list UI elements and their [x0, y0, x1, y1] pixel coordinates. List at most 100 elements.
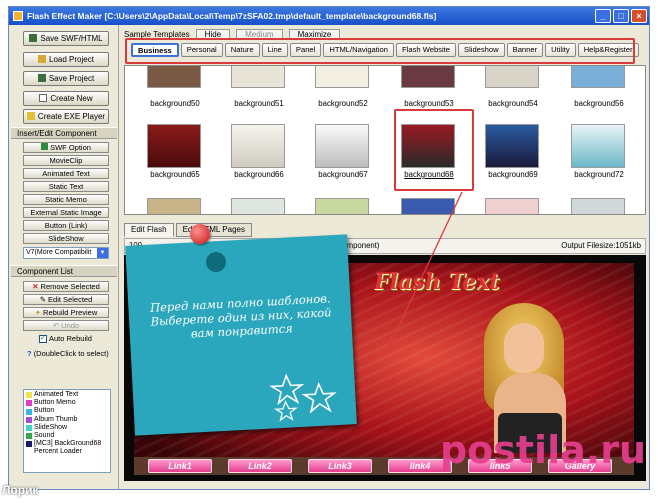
list-item[interactable]: Sound	[26, 432, 108, 440]
minimize-button[interactable]: _	[595, 9, 611, 23]
thumbnail-label: background56	[574, 99, 624, 108]
checkmark-icon: ✓	[39, 334, 47, 343]
pushpin-icon	[190, 224, 210, 244]
undo-button[interactable]: ↶ Undo	[23, 320, 109, 331]
swf-icon	[41, 143, 49, 150]
list-item[interactable]: SlideShow	[26, 424, 108, 432]
edit-tabs: Edit Flash Edit HTML Pages	[124, 223, 252, 237]
template-thumbnail[interactable]	[571, 198, 625, 214]
color-swatch	[26, 392, 32, 399]
undo-icon: ↶	[52, 321, 60, 330]
remove-selected-button[interactable]: ✕ Remove Selected	[23, 281, 109, 292]
highlight-frame-thumbnail	[394, 109, 474, 191]
app-icon	[13, 11, 23, 21]
static-memo-button[interactable]: Static Memo	[23, 194, 109, 205]
animated-text-button[interactable]: Animated Text	[23, 168, 109, 179]
stars-icon	[269, 373, 337, 422]
save-icon	[29, 34, 38, 42]
color-swatch	[26, 433, 32, 440]
template-thumbnail[interactable]	[231, 124, 285, 168]
version-select[interactable]: V7(More Compatibilit ▼	[23, 247, 109, 259]
thumbnail-label: background54	[488, 99, 538, 108]
tab-edit-html-pages[interactable]: Edit HTML Pages	[175, 223, 252, 237]
thumbnail-label: background69	[488, 170, 538, 179]
save-icon	[37, 74, 46, 82]
template-thumbnail[interactable]	[315, 198, 369, 214]
template-thumbnail[interactable]	[147, 124, 201, 168]
new-file-icon	[39, 94, 48, 102]
slideshow-button[interactable]: SlideShow	[23, 233, 109, 244]
flash-text[interactable]: Flash Text	[374, 269, 499, 295]
sticky-note-callout: Перед нами полно шаблонов. Выберете один…	[125, 234, 357, 436]
template-thumbnail[interactable]	[485, 66, 539, 88]
swf-option-button[interactable]: SWF Option	[23, 142, 109, 153]
list-item[interactable]: Button Memo	[26, 399, 108, 407]
external-static-image-button[interactable]: External Static Image	[23, 207, 109, 218]
list-item[interactable]: Album Thumb	[26, 416, 108, 424]
thumbnail-label: background67	[318, 170, 368, 179]
delete-icon: ✕	[32, 282, 39, 291]
close-button[interactable]: ×	[631, 9, 647, 23]
edit-selected-button[interactable]: ✎ Edit Selected	[23, 294, 109, 305]
list-item[interactable]: Percent Loader	[26, 448, 108, 456]
doubleclick-hint: ? (DoubleClick to select)	[27, 349, 109, 358]
title-bar: Flash Effect Maker [C:\Users\2\AppData\L…	[9, 7, 649, 25]
save-project-button[interactable]: Save Project	[23, 71, 109, 86]
template-thumbnail[interactable]	[147, 198, 201, 214]
template-thumbnail[interactable]	[315, 124, 369, 168]
create-new-button[interactable]: Create New	[23, 91, 109, 106]
template-thumbnail[interactable]	[315, 66, 369, 88]
help-icon: ?	[27, 349, 32, 358]
static-text-button[interactable]: Static Text	[23, 181, 109, 192]
color-swatch	[26, 441, 32, 448]
template-thumbnail[interactable]	[485, 124, 539, 168]
color-swatch	[26, 416, 32, 423]
highlight-frame-tabs	[125, 38, 635, 64]
template-thumbnail[interactable]	[571, 66, 625, 88]
template-thumbnail[interactable]	[401, 198, 455, 214]
thumbnail-label: background53	[404, 99, 454, 108]
load-project-button[interactable]: Load Project	[23, 52, 109, 67]
author-watermark: Лорик	[2, 483, 39, 497]
template-thumbnail[interactable]	[231, 66, 285, 88]
template-thumbnail[interactable]	[231, 198, 285, 214]
preview-link-1[interactable]: Link1	[148, 459, 212, 473]
maximize-button[interactable]: □	[613, 9, 629, 23]
save-swf-button[interactable]: Save SWF/HTML	[23, 31, 109, 46]
template-gallery: background50 background51 background52 b…	[124, 65, 646, 215]
template-thumbnail[interactable]	[485, 198, 539, 214]
thumbnail-label: background66	[234, 170, 284, 179]
preview-link-2[interactable]: Link2	[228, 459, 292, 473]
rebuild-preview-button[interactable]: ✦ Rebuild Preview	[23, 307, 109, 318]
pin-shadow	[206, 252, 226, 272]
auto-rebuild-checkbox[interactable]: ✓ Auto Rebuild	[39, 334, 92, 343]
tab-edit-flash[interactable]: Edit Flash	[124, 223, 174, 237]
color-swatch	[26, 400, 32, 407]
thumbnail-label: background50	[150, 99, 200, 108]
preview-link-3[interactable]: Link3	[308, 459, 372, 473]
template-thumbnail[interactable]	[571, 124, 625, 168]
postila-watermark: postila.ru	[439, 428, 646, 472]
thumbnail-label: background52	[318, 99, 368, 108]
output-filesize: Output Filesize:1051kb	[561, 241, 641, 250]
wand-icon	[26, 112, 35, 120]
list-item[interactable]: Animated Text	[26, 391, 108, 399]
list-item[interactable]: Button	[26, 407, 108, 415]
movieclip-button[interactable]: MovieClip	[23, 155, 109, 166]
wand-icon: ✦	[34, 308, 42, 317]
create-exe-button[interactable]: Create EXE Player	[23, 109, 109, 124]
button-link-button[interactable]: Button (Link)	[23, 220, 109, 231]
insert-edit-header: Insert/Edit Component	[11, 127, 117, 139]
folder-icon	[38, 55, 47, 63]
thumbnail-label: background72	[574, 170, 624, 179]
window-controls: _ □ ×	[595, 9, 647, 23]
component-listbox[interactable]: Animated Text Button Memo Button Album T…	[23, 389, 111, 473]
list-item[interactable]: [MC3] BackGround68	[26, 440, 108, 448]
edit-icon: ✎	[39, 295, 47, 304]
color-swatch	[26, 450, 32, 456]
template-thumbnail[interactable]	[147, 66, 201, 88]
component-list-header: Component List	[11, 265, 117, 277]
chevron-down-icon: ▼	[97, 248, 108, 258]
template-thumbnail[interactable]	[401, 66, 455, 88]
thumbnail-label: background65	[150, 170, 200, 179]
